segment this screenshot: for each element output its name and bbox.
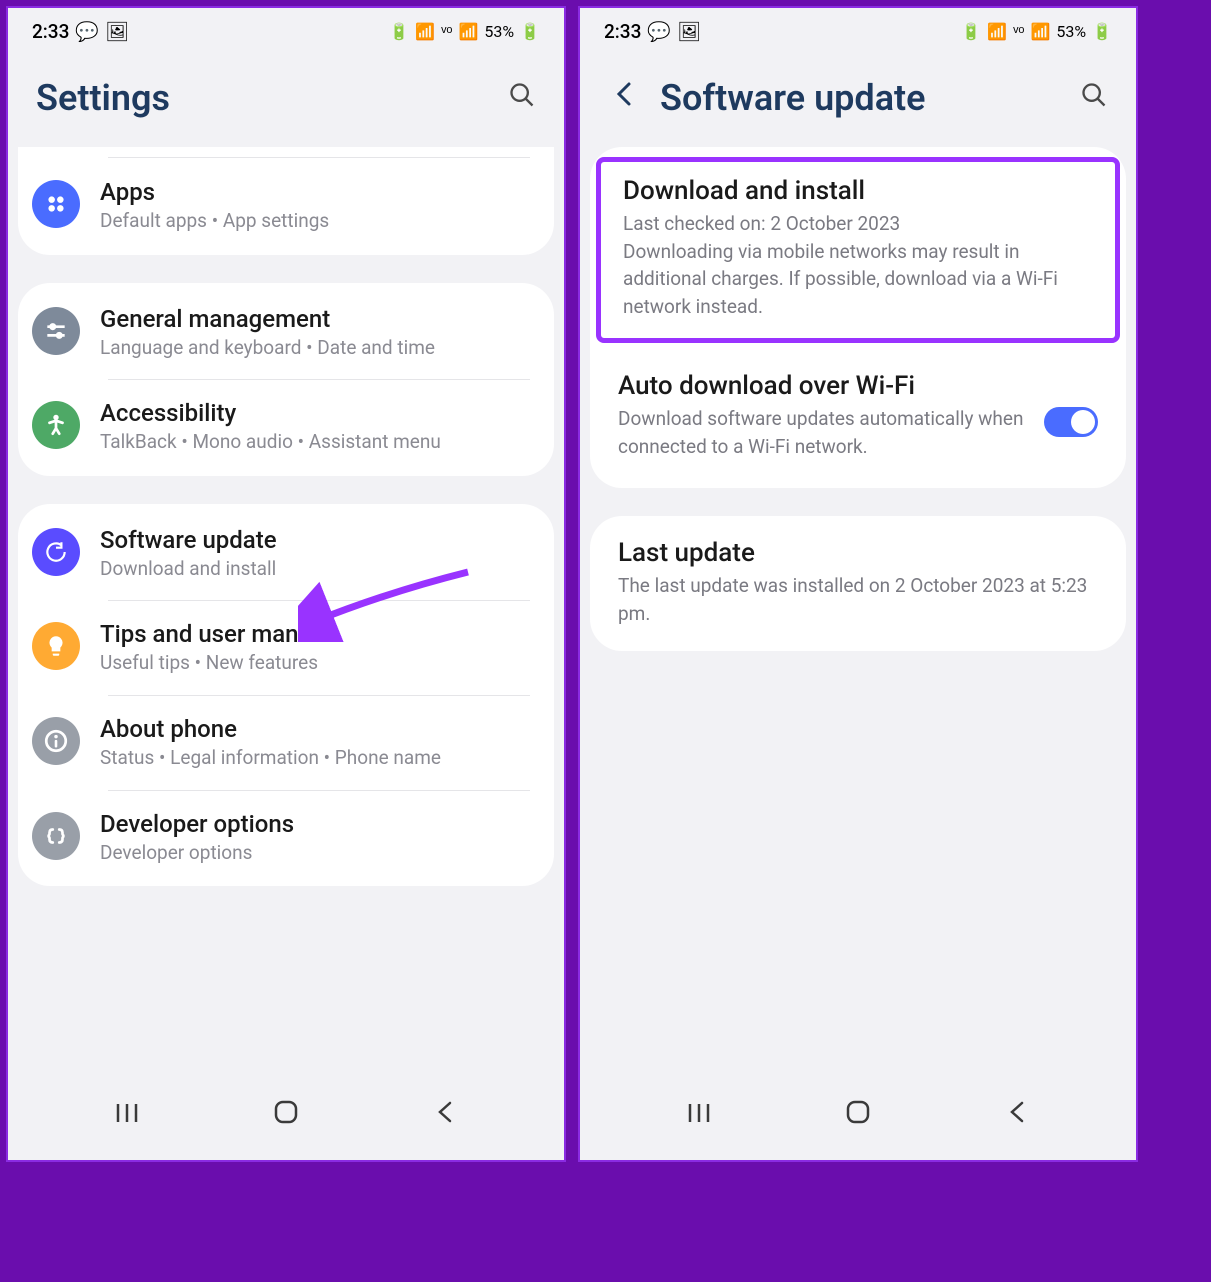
item-title: Download and install <box>623 176 1093 206</box>
battery-percent: 53% <box>484 22 514 41</box>
status-bar: 2:33 💬 🖼 🔋 📶 ᵛᵒ 📶 53% 🔋 <box>580 8 1136 49</box>
apps-icon <box>32 180 80 228</box>
status-time: 2:33 <box>604 20 641 43</box>
item-title: Accessibility <box>100 399 530 427</box>
item-sub: Last checked on: 2 October 2023 Download… <box>623 210 1093 320</box>
item-sub: Language and keyboard • Date and time <box>100 335 530 362</box>
search-icon[interactable] <box>508 81 536 116</box>
wifi-icon: 📶 <box>987 22 1007 41</box>
battery-saver-icon: 🔋 <box>389 22 409 41</box>
nav-back[interactable] <box>997 1099 1037 1132</box>
tips-icon <box>32 622 80 670</box>
software-update-content[interactable]: Download and install Last checked on: 2 … <box>580 147 1136 1075</box>
item-title: Auto download over Wi-Fi <box>618 371 1026 401</box>
signal-icon: 📶 <box>1030 22 1050 41</box>
software-update-icon <box>32 528 80 576</box>
download-install-item[interactable]: Download and install Last checked on: 2 … <box>596 157 1120 343</box>
nav-back[interactable] <box>425 1099 465 1132</box>
item-title: General management <box>100 305 530 333</box>
settings-item-developer[interactable]: Developer options Developer options <box>18 790 554 885</box>
nav-home[interactable] <box>838 1099 878 1132</box>
battery-icon: 🔋 <box>1092 22 1112 41</box>
nav-bar <box>8 1075 564 1160</box>
settings-group: Apps Default apps • App settings <box>18 147 554 255</box>
settings-item-apps[interactable]: Apps Default apps • App settings <box>18 158 554 253</box>
item-title: Developer options <box>100 810 530 838</box>
item-sub: Download and install <box>100 556 530 583</box>
header: Settings <box>8 49 564 147</box>
chat-icon: 💬 <box>647 20 671 43</box>
battery-percent: 53% <box>1056 22 1086 41</box>
nav-recents[interactable] <box>107 1099 147 1132</box>
image-icon: 🖼 <box>677 20 701 43</box>
item-title: About phone <box>100 715 530 743</box>
settings-item-tips[interactable]: Tips and user manual Useful tips • New f… <box>18 600 554 695</box>
item-title: Apps <box>100 178 530 206</box>
wifi-icon: 📶 <box>415 22 435 41</box>
image-icon: 🖼 <box>105 20 129 43</box>
nav-home[interactable] <box>266 1099 306 1132</box>
auto-download-toggle[interactable] <box>1044 407 1098 437</box>
settings-content[interactable]: Apps Default apps • App settings General… <box>8 147 564 1075</box>
item-sub: TalkBack • Mono audio • Assistant menu <box>100 429 530 456</box>
update-group: Last update The last update was installe… <box>590 516 1126 651</box>
battery-saver-icon: 🔋 <box>961 22 981 41</box>
item-sub: Status • Legal information • Phone name <box>100 745 530 772</box>
general-icon <box>32 307 80 355</box>
about-icon <box>32 717 80 765</box>
accessibility-icon <box>32 401 80 449</box>
item-sub: Useful tips • New features <box>100 650 530 677</box>
settings-item-software-update[interactable]: Software update Download and install <box>18 506 554 601</box>
item-sub: The last update was installed on 2 Octob… <box>618 572 1098 627</box>
settings-group: General management Language and keyboard… <box>18 283 554 476</box>
status-time: 2:33 <box>32 20 69 43</box>
nav-recents[interactable] <box>679 1099 719 1132</box>
developer-icon <box>32 812 80 860</box>
last-update-item[interactable]: Last update The last update was installe… <box>590 518 1126 649</box>
item-title: Software update <box>100 526 530 554</box>
back-button[interactable] <box>608 79 640 117</box>
update-group: Download and install Last checked on: 2 … <box>590 147 1126 488</box>
page-title: Software update <box>660 77 1060 119</box>
chat-icon: 💬 <box>75 20 99 43</box>
settings-group: Software update Download and install Tip… <box>18 504 554 886</box>
signal-icon: 📶 <box>458 22 478 41</box>
item-sub: Default apps • App settings <box>100 208 530 235</box>
search-icon[interactable] <box>1080 81 1108 116</box>
settings-item-about[interactable]: About phone Status • Legal information •… <box>18 695 554 790</box>
header: Software update <box>580 49 1136 147</box>
battery-icon: 🔋 <box>520 22 540 41</box>
auto-download-item[interactable]: Auto download over Wi-Fi Download softwa… <box>590 351 1126 482</box>
page-title: Settings <box>36 77 488 119</box>
item-sub: Developer options <box>100 840 530 867</box>
settings-item-general[interactable]: General management Language and keyboard… <box>18 285 554 380</box>
item-sub: Download software updates automatically … <box>618 405 1026 460</box>
phone-left-settings: 2:33 💬 🖼 🔋 📶 ᵛᵒ 📶 53% 🔋 Settings <box>6 6 566 1162</box>
settings-item-accessibility[interactable]: Accessibility TalkBack • Mono audio • As… <box>18 379 554 474</box>
status-bar: 2:33 💬 🖼 🔋 📶 ᵛᵒ 📶 53% 🔋 <box>8 8 564 49</box>
item-title: Last update <box>618 538 1098 568</box>
phone-right-software-update: 2:33 💬 🖼 🔋 📶 ᵛᵒ 📶 53% 🔋 Software update … <box>578 6 1138 1162</box>
volte-icon: ᵛᵒ <box>1013 22 1024 42</box>
nav-bar <box>580 1075 1136 1160</box>
volte-icon: ᵛᵒ <box>441 22 452 42</box>
item-title: Tips and user manual <box>100 620 530 648</box>
